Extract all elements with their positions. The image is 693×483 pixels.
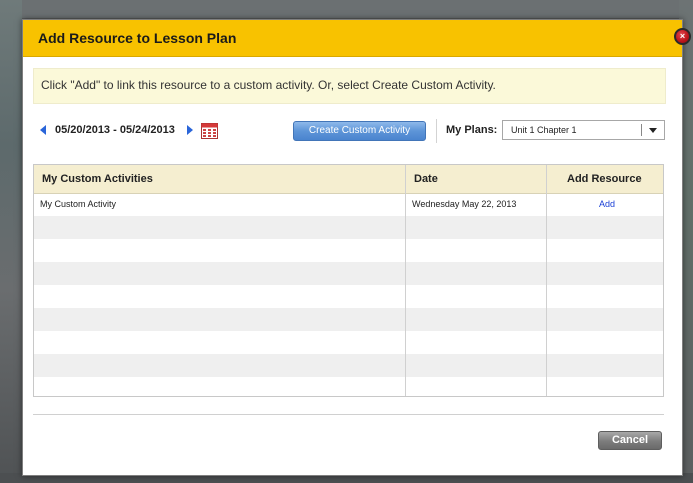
create-custom-activity-button[interactable]: Create Custom Activity	[293, 121, 426, 141]
info-text: Click "Add" to link this resource to a c…	[41, 78, 496, 92]
activity-date-cell: Wednesday May 22, 2013	[412, 199, 517, 209]
table-row-empty	[34, 308, 663, 331]
activity-name-cell: My Custom Activity	[40, 199, 117, 209]
table-row-empty	[34, 216, 663, 239]
footer-divider	[33, 414, 664, 415]
table-row-empty	[34, 239, 663, 262]
background-left	[0, 0, 22, 483]
table-row-empty	[34, 262, 663, 285]
toolbar-divider	[436, 119, 437, 143]
table-row: My Custom Activity Wednesday May 22, 201…	[34, 193, 663, 216]
column-header-date[interactable]: Date	[414, 173, 438, 185]
chevron-left-icon[interactable]	[40, 125, 46, 135]
my-plans-selected-value: Unit 1 Chapter 1	[511, 125, 577, 135]
date-range-label: 05/20/2013 - 05/24/2013	[55, 124, 175, 136]
column-header-add-resource[interactable]: Add Resource	[567, 173, 642, 185]
column-header-activities[interactable]: My Custom Activities	[42, 173, 153, 185]
chevron-down-icon[interactable]	[649, 128, 657, 133]
table-row-empty	[34, 285, 663, 308]
select-divider	[641, 124, 642, 136]
table-header: My Custom Activities Date Add Resource	[34, 165, 663, 194]
chevron-right-icon[interactable]	[187, 125, 193, 135]
cancel-button[interactable]: Cancel	[598, 431, 662, 450]
column-divider	[546, 165, 547, 396]
table-row-empty	[34, 377, 663, 396]
column-divider	[405, 165, 406, 396]
my-plans-label: My Plans:	[446, 124, 498, 136]
add-resource-link[interactable]: Add	[599, 199, 615, 209]
background-top	[0, 0, 693, 18]
custom-activities-table: My Custom Activities Date Add Resource M…	[33, 164, 664, 397]
calendar-icon[interactable]	[201, 122, 218, 139]
add-resource-dialog: Add Resource to Lesson Plan × Click "Add…	[22, 19, 691, 476]
close-icon[interactable]: ×	[674, 28, 691, 45]
dialog-title: Add Resource to Lesson Plan	[38, 30, 237, 46]
info-banner: Click "Add" to link this resource to a c…	[33, 68, 666, 104]
table-row-empty	[34, 331, 663, 354]
my-plans-select[interactable]: Unit 1 Chapter 1	[502, 120, 665, 140]
table-row-empty	[34, 354, 663, 377]
dialog-header: Add Resource to Lesson Plan	[23, 20, 682, 57]
